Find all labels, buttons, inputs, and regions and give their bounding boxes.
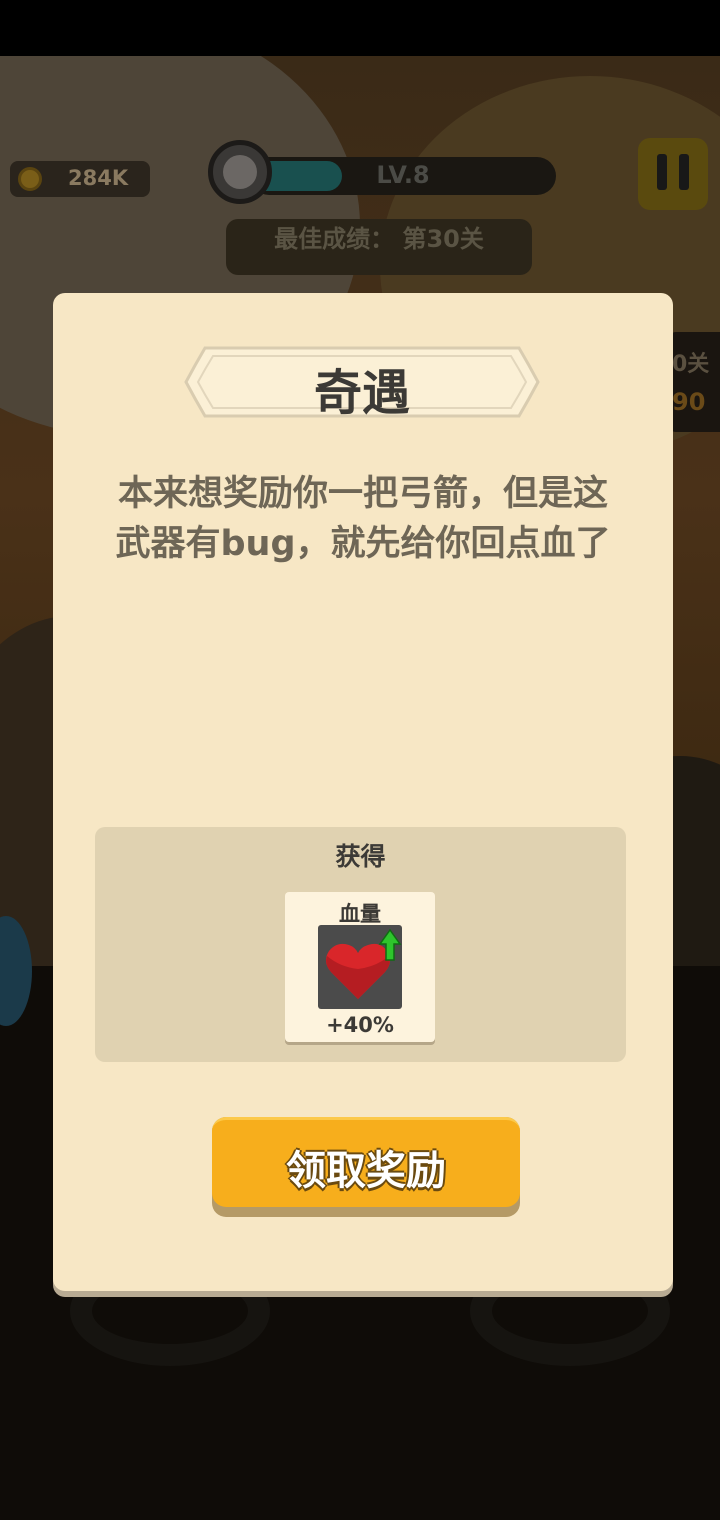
message-line-2: 武器有bug，就先给你回点血了 bbox=[115, 524, 611, 564]
best-score-label: 最佳成绩： 第30关 bbox=[226, 219, 532, 275]
pause-icon bbox=[657, 154, 667, 190]
level-progress-bar: LV.8 bbox=[250, 157, 556, 195]
message-line-1: 本来想奖励你一把弓箭，但是这 bbox=[117, 474, 608, 514]
status-bar bbox=[0, 0, 720, 56]
claim-reward-button[interactable]: 领取奖励 bbox=[212, 1117, 520, 1217]
player-avatar[interactable] bbox=[208, 140, 272, 204]
side-tab-text: 0关 bbox=[672, 352, 710, 377]
heart-up-icon bbox=[318, 925, 402, 1009]
reward-card: 血量 +40% bbox=[285, 892, 435, 1042]
side-tab-value: 90 bbox=[672, 388, 706, 416]
reward-name: 血量 bbox=[339, 902, 381, 926]
dialog-title: 奇遇 bbox=[313, 365, 410, 421]
reward-panel-title: 获得 bbox=[335, 842, 386, 871]
coin-counter: 284K bbox=[10, 161, 150, 197]
avatar-face-icon bbox=[223, 155, 257, 189]
side-level-tab[interactable]: 0关 90 bbox=[668, 332, 720, 432]
reward-panel: 获得 血量 +40% bbox=[95, 827, 626, 1062]
encounter-dialog: 奇遇 本来想奖励你一把弓箭，但是这 武器有bug，就先给你回点血了 获得 血量 … bbox=[53, 293, 673, 1291]
level-label: LV.8 bbox=[376, 161, 430, 189]
claim-reward-label: 领取奖励 bbox=[286, 1148, 446, 1194]
coin-icon bbox=[18, 167, 42, 191]
dialog-message: 本来想奖励你一把弓箭，但是这 武器有bug，就先给你回点血了 bbox=[81, 469, 645, 569]
title-plate: 奇遇 bbox=[183, 345, 541, 421]
coin-value: 284K bbox=[68, 166, 129, 190]
reward-value: +40% bbox=[326, 1013, 394, 1037]
pause-button[interactable] bbox=[638, 138, 708, 210]
